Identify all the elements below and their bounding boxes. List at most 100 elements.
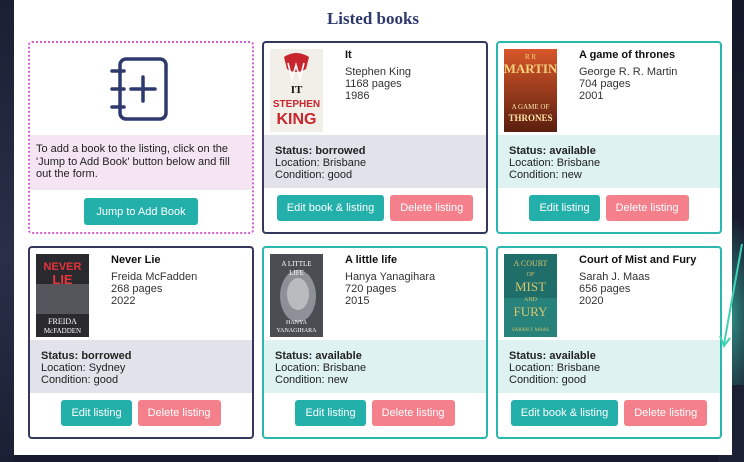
- acomaf-cover-title-3: MIST: [515, 279, 546, 294]
- little-life-cover-title-1: A LITTLE: [281, 260, 311, 268]
- book-cover-court-of-mist-and-fury: A COURT OF MIST AND FURY SARAH J. MAAS: [504, 254, 557, 337]
- book-title: It: [345, 49, 352, 61]
- add-instructions-area: To add a book to the listing, click on t…: [30, 135, 252, 190]
- add-instructions-text: To add a book to the listing, click on t…: [36, 143, 230, 180]
- got-cover-image: R R MARTIN A GAME OF THRONES: [504, 49, 557, 132]
- little-life-cover-image: A LITTLE LIFE HANYA YANAGIHARA: [270, 254, 323, 337]
- delete-listing-button[interactable]: Delete listing: [137, 400, 221, 426]
- left-background-strip: [0, 0, 14, 462]
- location-label: Location: Sydney: [41, 362, 126, 374]
- book-info: A game of thrones George R. R. Martin 70…: [579, 49, 716, 102]
- status-area: Status: available Location: Brisbane Con…: [264, 340, 486, 393]
- acomaf-cover-author: SARAH J. MAAS: [512, 328, 549, 333]
- book-title: Court of Mist and Fury: [579, 254, 697, 266]
- edit-listing-button[interactable]: Edit listing: [61, 400, 132, 426]
- book-author: Hanya Yanagihara: [345, 271, 436, 283]
- book-card-never-lie: NEVER LIE FREIDA McFADDEN Never Lie Frei…: [28, 246, 254, 439]
- delete-listing-button[interactable]: Delete listing: [390, 195, 474, 221]
- book-info: A little life Hanya Yanagihara 720 pages…: [345, 254, 482, 307]
- book-info: It Stephen King 1168 pages 1986: [345, 49, 482, 102]
- button-row: Edit listing Delete listing: [498, 195, 720, 223]
- page-title: Listed books: [326, 9, 420, 28]
- delete-listing-button[interactable]: Delete listing: [605, 195, 689, 221]
- it-cover-author-last: KING: [277, 111, 317, 128]
- jump-to-add-book-button[interactable]: Jump to Add Book: [84, 198, 198, 225]
- condition-label: Condition: new: [275, 374, 348, 386]
- book-pages: 720 pages: [345, 283, 397, 295]
- book-author: Freida McFadden: [111, 271, 198, 283]
- status-area: Status: borrowed Location: Brisbane Cond…: [264, 135, 486, 188]
- condition-label: Condition: good: [275, 169, 353, 181]
- annotation-arrow-icon: [719, 243, 743, 349]
- condition-label: Condition: new: [509, 169, 582, 181]
- location-label: Location: Brisbane: [275, 157, 367, 169]
- book-card-a-little-life: A LITTLE LIFE HANYA YANAGIHARA A little …: [262, 246, 488, 439]
- location-label: Location: Brisbane: [509, 362, 601, 374]
- acomaf-cover-title-2: OF: [527, 272, 535, 278]
- book-year: 2015: [345, 295, 370, 307]
- add-book-card: To add a book to the listing, click on t…: [28, 41, 254, 234]
- little-life-cover-title-2: LIFE: [289, 269, 304, 277]
- acomaf-cover-image: A COURT OF MIST AND FURY SARAH J. MAAS: [504, 254, 557, 337]
- book-cover-a-game-of-thrones: R R MARTIN A GAME OF THRONES: [504, 49, 557, 132]
- book-cover-it: IT STEPHEN KING: [270, 49, 323, 132]
- book-info: Court of Mist and Fury Sarah J. Maas 656…: [579, 254, 716, 307]
- book-year: 2001: [579, 90, 604, 102]
- add-button-row: Jump to Add Book: [30, 198, 252, 225]
- button-row: Edit listing Delete listing: [30, 400, 252, 428]
- never-lie-cover-author-1: FREIDA: [48, 317, 77, 326]
- book-title: A little life: [345, 254, 398, 266]
- delete-listing-button[interactable]: Delete listing: [624, 400, 708, 426]
- never-lie-cover-author-2: McFADDEN: [44, 327, 81, 335]
- status-area: Status: available Location: Brisbane Con…: [498, 340, 720, 393]
- condition-label: Condition: good: [509, 374, 587, 386]
- delete-listing-button[interactable]: Delete listing: [371, 400, 455, 426]
- got-cover-initials: R R: [525, 53, 536, 61]
- book-year: 2020: [579, 295, 604, 307]
- got-cover-title-2: THRONES: [508, 113, 552, 123]
- book-cover-a-little-life: A LITTLE LIFE HANYA YANAGIHARA: [270, 254, 323, 337]
- book-author: Sarah J. Maas: [579, 271, 650, 283]
- book-author: Stephen King: [345, 66, 412, 78]
- book-year: 2022: [111, 295, 136, 307]
- location-label: Location: Brisbane: [275, 362, 367, 374]
- it-cover-author-first: STEPHEN: [273, 99, 320, 110]
- status-area: Status: available Location: Brisbane Con…: [498, 135, 720, 188]
- button-row: Edit book & listing Delete listing: [498, 400, 720, 428]
- edit-listing-button[interactable]: Edit listing: [295, 400, 366, 426]
- it-cover-image: IT STEPHEN KING: [270, 49, 323, 132]
- acomaf-cover-title-5: FURY: [514, 304, 549, 319]
- acomaf-cover-title-4: AND: [524, 297, 538, 303]
- book-author: George R. R. Martin: [579, 66, 678, 78]
- status-area: Status: borrowed Location: Sydney Condit…: [30, 340, 252, 393]
- status-label: Status: available: [509, 350, 596, 362]
- book-title: A game of thrones: [579, 49, 676, 61]
- acomaf-cover-title-1: A COURT: [514, 259, 548, 268]
- book-title: Never Lie: [111, 254, 161, 266]
- location-label: Location: Brisbane: [509, 157, 601, 169]
- it-cover-title: IT: [291, 84, 303, 96]
- book-card-court-of-mist-and-fury: A COURT OF MIST AND FURY SARAH J. MAAS C…: [496, 246, 722, 439]
- little-life-cover-author-1: HANYA: [286, 320, 308, 326]
- book-year: 1986: [345, 90, 370, 102]
- book-info: Never Lie Freida McFadden 268 pages 2022: [111, 254, 248, 307]
- never-lie-cover-image: NEVER LIE FREIDA McFADDEN: [36, 254, 89, 337]
- book-card-a-game-of-thrones: R R MARTIN A GAME OF THRONES A game of t…: [496, 41, 722, 234]
- little-life-cover-author-2: YANAGIHARA: [277, 328, 318, 334]
- book-card-it: IT STEPHEN KING It Stephen King 1168 pag…: [262, 41, 488, 234]
- book-cover-never-lie: NEVER LIE FREIDA McFADDEN: [36, 254, 89, 337]
- status-label: Status: available: [275, 350, 362, 362]
- got-cover-title-1: A GAME OF: [512, 103, 550, 111]
- book-pages: 268 pages: [111, 283, 163, 295]
- status-label: Status: available: [509, 145, 596, 157]
- edit-book-listing-button[interactable]: Edit book & listing: [510, 400, 619, 426]
- condition-label: Condition: good: [41, 374, 119, 386]
- button-row: Edit book & listing Delete listing: [264, 195, 486, 223]
- add-book-icon: [110, 57, 168, 121]
- book-pages: 704 pages: [579, 78, 631, 90]
- got-cover-author: MARTIN: [504, 61, 557, 76]
- edit-book-listing-button[interactable]: Edit book & listing: [276, 195, 385, 221]
- edit-listing-button[interactable]: Edit listing: [529, 195, 600, 221]
- button-row: Edit listing Delete listing: [264, 400, 486, 428]
- never-lie-cover-title-2: LIE: [52, 272, 73, 287]
